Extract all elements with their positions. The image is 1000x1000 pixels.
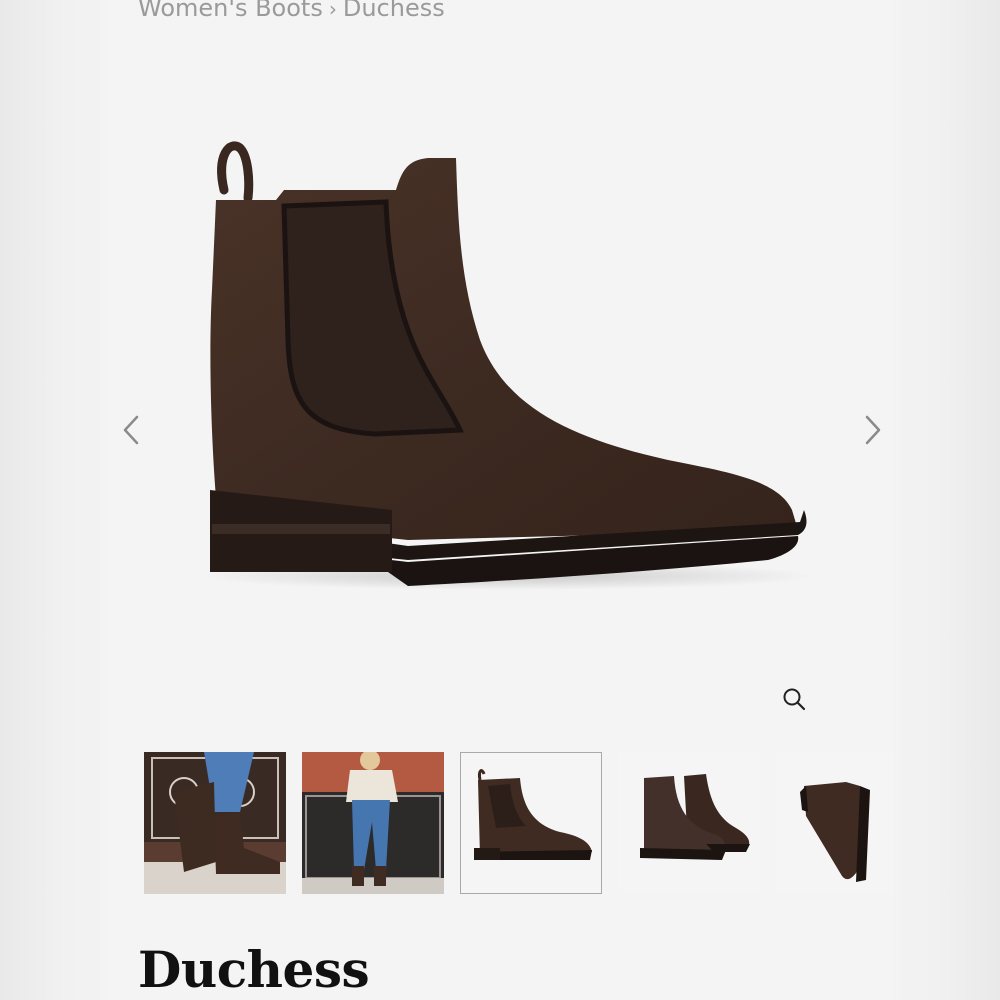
magnifier-icon	[783, 688, 806, 711]
thumbnail-sole-view[interactable]	[776, 752, 894, 894]
pair-view-image	[618, 752, 760, 894]
zoom-button[interactable]	[781, 686, 809, 714]
breadcrumb-separator: ›	[328, 0, 337, 21]
background-blur-right	[894, 0, 1000, 1000]
thumbnail-lifestyle-full[interactable]	[302, 752, 444, 894]
thumbnail-side-view[interactable]	[460, 752, 602, 894]
lifestyle-full-image	[302, 752, 444, 894]
side-view-image	[460, 752, 602, 894]
product-title: Duchess	[138, 940, 370, 999]
breadcrumb-current: Duchess	[342, 0, 445, 22]
gallery-next-button[interactable]	[858, 410, 888, 450]
lifestyle-closeup-image	[144, 752, 286, 894]
product-page: Women's Boots › Duchess Duchess	[108, 0, 894, 1000]
gallery-prev-button[interactable]	[116, 410, 146, 450]
chevron-left-icon	[123, 415, 139, 445]
breadcrumb: Women's Boots › Duchess	[138, 0, 445, 22]
main-product-image[interactable]	[108, 40, 894, 740]
chelsea-boot-image	[198, 141, 818, 590]
thumbnail-strip	[144, 752, 894, 894]
sole-view-image	[776, 752, 894, 894]
thumbnail-lifestyle-closeup[interactable]	[144, 752, 286, 894]
thumbnail-pair-view[interactable]	[618, 752, 760, 894]
background-blur-left	[0, 0, 108, 1000]
chevron-right-icon	[865, 415, 881, 445]
breadcrumb-parent-link[interactable]: Women's Boots	[138, 0, 323, 22]
